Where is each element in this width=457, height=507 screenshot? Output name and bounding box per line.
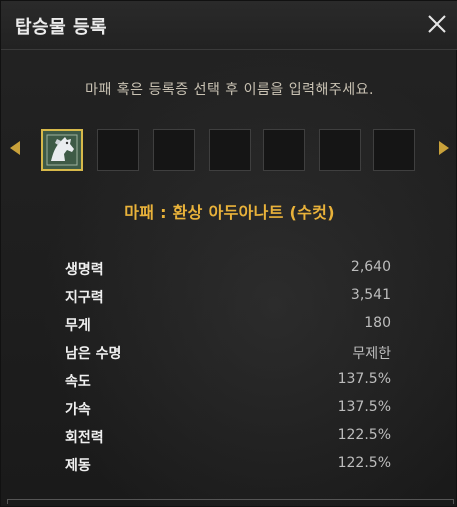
instruction-text: 마패 혹은 등록증 선택 후 이름을 입력해주세요.	[85, 82, 374, 98]
stat-label: 제동	[65, 458, 91, 474]
stat-row-health: 생명력 2,640	[65, 255, 391, 283]
item-slot-row	[1, 129, 457, 175]
next-page-arrow-icon[interactable]	[439, 141, 449, 155]
stat-label: 생명력	[65, 262, 104, 278]
item-slot-2[interactable]	[97, 129, 139, 171]
horse-token-icon	[43, 131, 81, 169]
stat-value: 137.5%	[337, 399, 391, 415]
stat-row-acceleration: 가속 137.5%	[65, 395, 391, 423]
stat-value: 122.5%	[337, 427, 391, 443]
item-slot-4[interactable]	[209, 129, 251, 171]
mount-name: 마패 : 환상 아두아나트 (수컷)	[124, 203, 335, 222]
stat-label: 무게	[65, 318, 91, 334]
close-icon	[428, 15, 446, 33]
window-title: 탑승물 등록	[15, 17, 108, 38]
mount-stats-list: 생명력 2,640 지구력 3,541 무게 180 남은 수명 무제한 속도 …	[65, 255, 391, 479]
stat-value: 2,640	[350, 259, 391, 275]
item-slot-1[interactable]	[41, 129, 83, 171]
bottom-divider	[7, 499, 454, 504]
mount-registration-window: 탑승물 등록 마패 혹은 등록증 선택 후 이름을 입력해주세요. 마패: 환…	[0, 0, 457, 507]
item-slot-3[interactable]	[153, 129, 195, 171]
stat-value: 137.5%	[337, 371, 391, 387]
stat-value: 122.5%	[337, 455, 391, 471]
item-slot-5[interactable]	[263, 129, 305, 171]
stat-value: 3,541	[350, 287, 391, 303]
stat-row-speed: 속도 137.5%	[65, 367, 391, 395]
stat-label: 지구력	[65, 290, 104, 306]
stat-value: 180	[364, 315, 391, 331]
stat-label: 가속	[65, 402, 91, 418]
stat-row-stamina: 지구력 3,541	[65, 283, 391, 311]
item-slot-6[interactable]	[319, 129, 361, 171]
item-slot-7[interactable]	[373, 129, 415, 171]
stat-value: 무제한	[352, 346, 391, 362]
title-bar: 탑승물 등록	[1, 1, 457, 50]
close-button[interactable]	[424, 11, 450, 37]
stat-label: 회전력	[65, 430, 104, 446]
prev-page-arrow-icon[interactable]	[10, 141, 20, 155]
stat-row-brake: 제동 122.5%	[65, 451, 391, 479]
stat-row-turning: 회전력 122.5%	[65, 423, 391, 451]
stat-row-weight: 무게 180	[65, 311, 391, 339]
stat-row-lifespan: 남은 수명 무제한	[65, 339, 391, 367]
stat-label: 속도	[65, 374, 91, 390]
stat-label: 남은 수명	[65, 346, 122, 362]
